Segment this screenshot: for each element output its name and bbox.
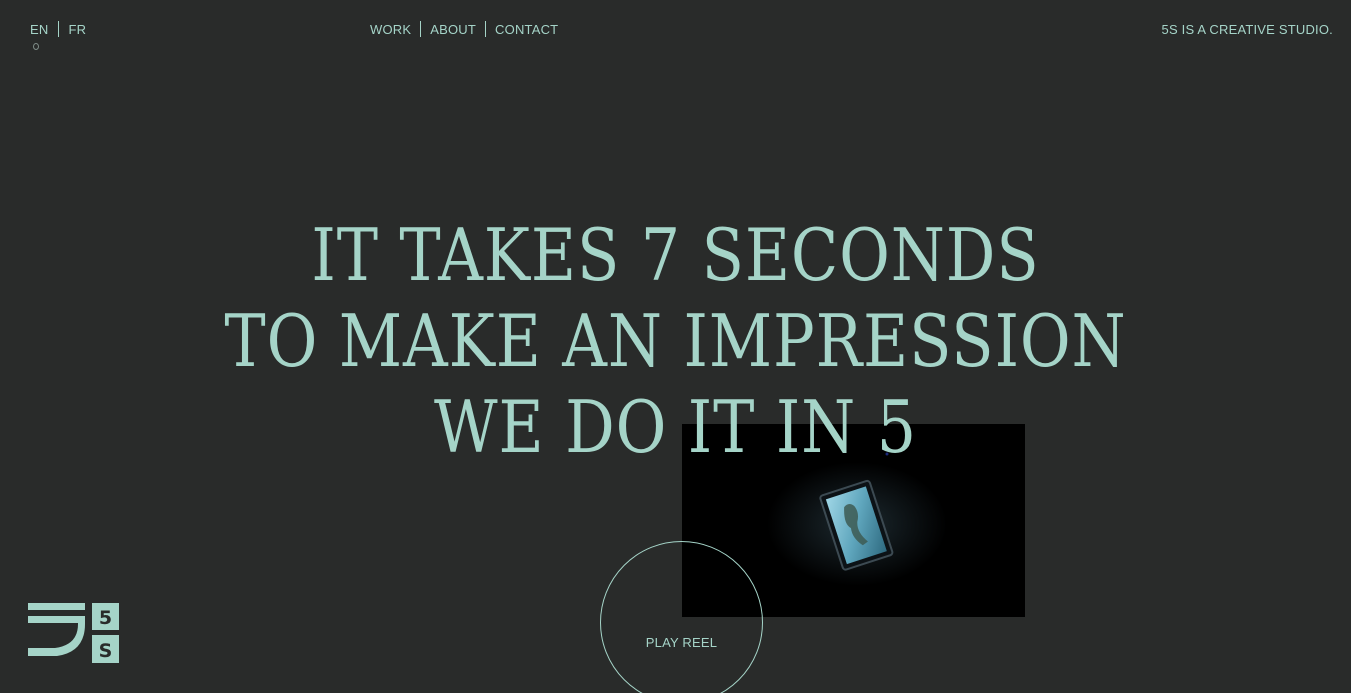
studio-tagline: 5S IS A CREATIVE STUDIO. xyxy=(1161,22,1333,37)
hero-line-1: IT TAKES 7 SECONDS xyxy=(311,213,1040,297)
hero-line-3: WE DO IT IN 5 xyxy=(434,385,917,469)
nav-divider xyxy=(485,21,487,37)
nav-work[interactable]: WORK xyxy=(370,22,411,37)
studio-logo[interactable]: 5 S xyxy=(28,603,120,663)
hero-headline: IT TAKES 7 SECONDS TO MAKE AN IMPRESSION… xyxy=(0,212,1351,470)
5s-logo-icon: 5 S xyxy=(28,603,119,663)
main-nav: WORK ABOUT CONTACT xyxy=(370,21,558,37)
nav-about[interactable]: ABOUT xyxy=(430,22,476,37)
logo-s: S xyxy=(99,640,113,662)
nav-divider xyxy=(420,21,422,37)
language-indicator-dot xyxy=(33,43,39,50)
language-en[interactable]: EN xyxy=(30,22,48,37)
language-divider xyxy=(58,21,60,37)
nav-contact[interactable]: CONTACT xyxy=(495,22,558,37)
play-reel-label: PLAY REEL xyxy=(645,634,718,650)
logo-five: 5 xyxy=(99,607,112,629)
hero-line-2: TO MAKE AN IMPRESSION xyxy=(224,299,1127,383)
play-reel-button[interactable]: PLAY REEL xyxy=(600,541,763,693)
language-fr[interactable]: FR xyxy=(68,22,86,37)
language-switcher: EN FR xyxy=(30,21,86,37)
